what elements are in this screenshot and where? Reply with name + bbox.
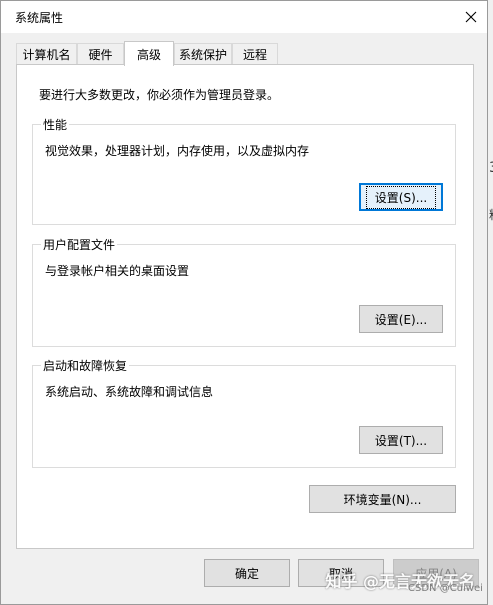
tab-label: 计算机名 <box>22 48 71 62</box>
startup-recovery-desc: 系统启动、系统故障和调试信息 <box>45 385 214 399</box>
performance-desc: 视觉效果，处理器计划，内存使用，以及虚拟内存 <box>45 144 310 158</box>
tab-remote[interactable]: 远程 <box>232 43 278 65</box>
performance-group: 性能 视觉效果，处理器计划，内存使用，以及虚拟内存 设置(S)... <box>32 116 456 225</box>
tab-label: 系统保护 <box>178 48 227 62</box>
tab-bar: 计算机名 硬件 高级 系统保护 远程 <box>16 41 476 66</box>
advanced-tab-panel: 要进行大多数更改，你必须作为管理员登录。 性能 视觉效果，处理器计划，内存使用，… <box>16 64 474 549</box>
close-button[interactable] <box>455 1 487 33</box>
ok-button[interactable]: 确定 <box>204 559 290 587</box>
tab-label: 远程 <box>242 48 267 62</box>
tab-label: 高级 <box>136 47 161 62</box>
system-properties-dialog: 系统属性 计算机名 硬件 高级 系统保护 远程 要进行大多数更改，你必须作为管理… <box>0 0 488 605</box>
tab-hardware[interactable]: 硬件 <box>77 43 124 65</box>
environment-variables-button[interactable]: 环境变量(N)... <box>309 485 456 513</box>
window-title: 系统属性 <box>15 11 64 25</box>
close-icon <box>465 11 477 23</box>
user-profiles-title: 用户配置文件 <box>41 236 118 253</box>
tab-label: 硬件 <box>88 48 113 62</box>
startup-recovery-group: 启动和故障恢复 系统启动、系统故障和调试信息 设置(T)... <box>32 357 456 468</box>
performance-settings-button[interactable]: 设置(S)... <box>359 183 443 211</box>
background-peek-text: 3 <box>489 160 493 176</box>
title-bar[interactable]: 系统属性 <box>1 1 487 33</box>
admin-note: 要进行大多数更改，你必须作为管理员登录。 <box>39 88 280 102</box>
watermark-small-text: CSDN @Cuiwei <box>408 583 483 594</box>
startup-recovery-settings-button[interactable]: 设置(T)... <box>359 426 443 454</box>
performance-title: 性能 <box>41 116 70 133</box>
user-profiles-desc: 与登录帐户相关的桌面设置 <box>45 264 190 278</box>
user-profiles-group: 用户配置文件 与登录帐户相关的桌面设置 设置(E)... <box>32 236 456 347</box>
tab-advanced[interactable]: 高级 <box>124 41 174 66</box>
background-peek-text-2: 料 <box>489 206 493 223</box>
user-profiles-settings-button[interactable]: 设置(E)... <box>359 305 443 333</box>
tab-system-protection[interactable]: 系统保护 <box>174 43 232 65</box>
tab-computer-name[interactable]: 计算机名 <box>16 43 77 65</box>
startup-recovery-title: 启动和故障恢复 <box>41 357 130 374</box>
